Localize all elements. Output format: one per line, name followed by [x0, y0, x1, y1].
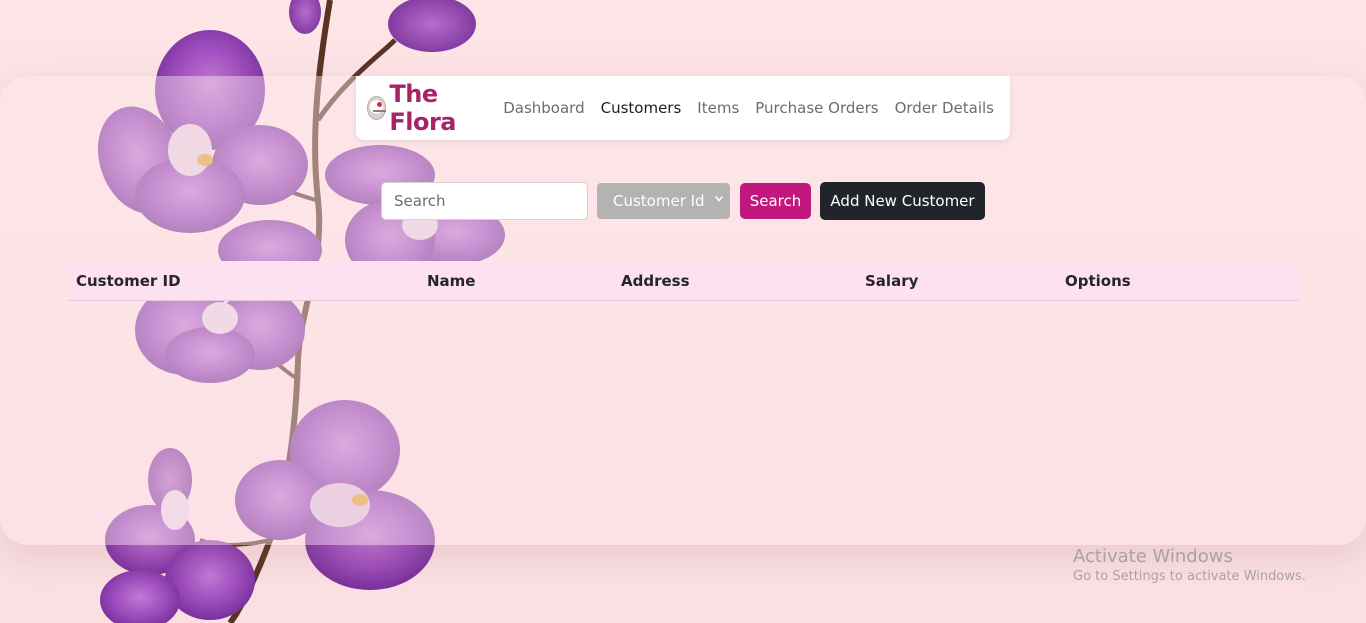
column-header-customer-id: Customer ID	[76, 272, 181, 290]
watermark-title: Activate Windows	[1073, 546, 1233, 567]
nav-item-dashboard[interactable]: Dashboard	[503, 99, 584, 117]
top-navbar: The Flora Dashboard Customers Items Purc…	[356, 76, 1010, 140]
nav-item-items[interactable]: Items	[697, 99, 739, 117]
customer-table-header: Customer ID Name Address Salary Options	[68, 261, 1299, 301]
search-button[interactable]: Search	[740, 183, 811, 219]
column-header-salary: Salary	[865, 272, 919, 290]
brand-name: The Flora	[389, 80, 456, 136]
flora-logo-icon	[367, 96, 387, 120]
add-new-customer-button[interactable]: Add New Customer	[820, 182, 985, 220]
watermark-subtitle: Go to Settings to activate Windows.	[1073, 569, 1306, 584]
search-filter-value: Customer Id	[613, 192, 705, 210]
search-input[interactable]	[381, 182, 588, 220]
nav-item-purchase-orders[interactable]: Purchase Orders	[755, 99, 878, 117]
search-controls: Customer Id Search Add New Customer	[381, 182, 985, 220]
chevron-down-icon	[715, 196, 723, 202]
column-header-options: Options	[1065, 272, 1131, 290]
search-filter-select[interactable]: Customer Id	[597, 183, 730, 219]
nav-links: Dashboard Customers Items Purchase Order…	[503, 99, 1010, 117]
column-header-name: Name	[427, 272, 476, 290]
nav-item-order-details[interactable]: Order Details	[895, 99, 994, 117]
windows-activation-watermark: Activate Windows Go to Settings to activ…	[1073, 546, 1306, 586]
nav-item-customers[interactable]: Customers	[601, 99, 682, 117]
content-panel	[0, 76, 1366, 545]
brand-link[interactable]: The Flora	[367, 80, 486, 136]
column-header-address: Address	[621, 272, 690, 290]
